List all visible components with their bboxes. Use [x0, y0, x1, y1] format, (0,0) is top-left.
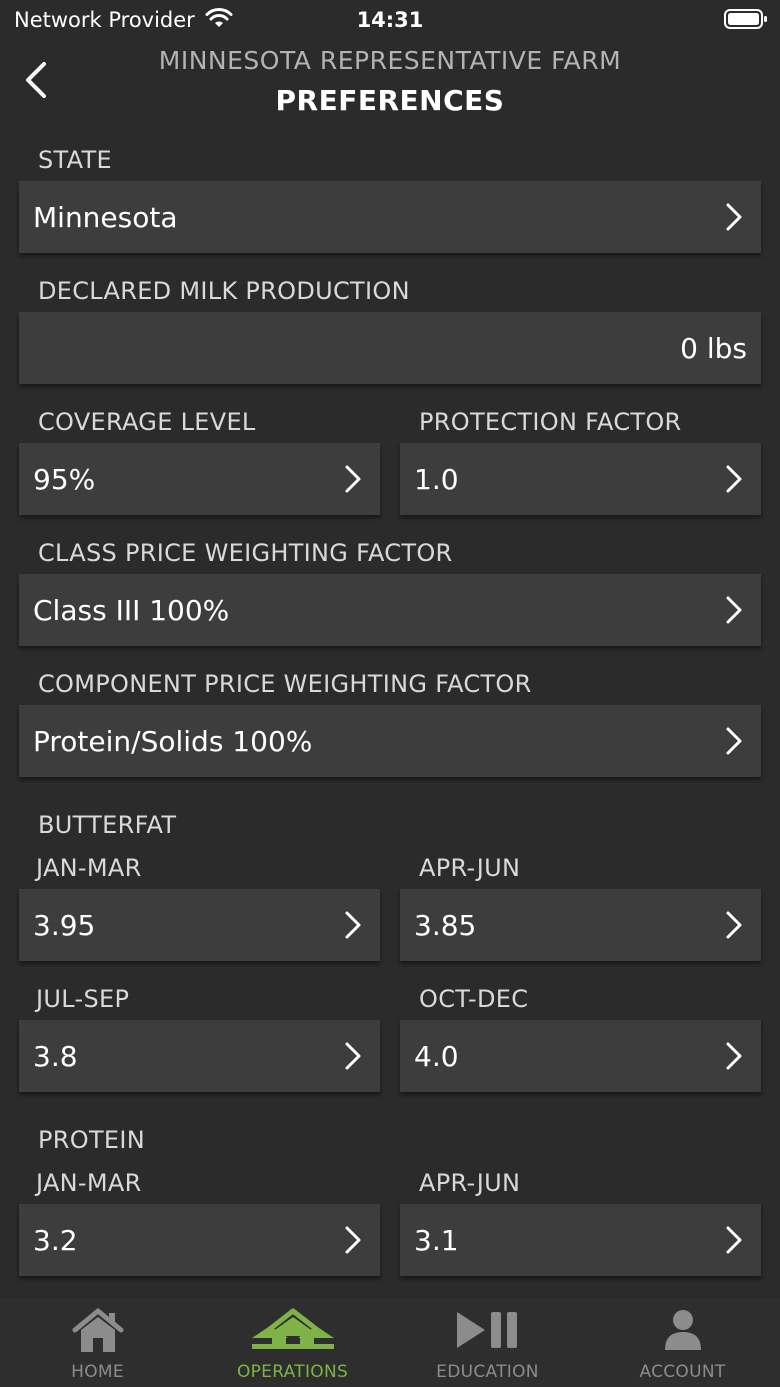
operations-icon — [251, 1308, 334, 1349]
milk-production-label: DECLARED MILK PRODUCTION — [38, 277, 410, 305]
chevron-right-icon — [726, 727, 742, 755]
nav-header: MINNESOTA REPRESENTATIVE FARM PREFERENCE… — [0, 40, 780, 134]
butterfat-q4-label: OCT-DEC — [419, 985, 529, 1013]
class-price-select[interactable]: Class III 100% — [19, 574, 761, 646]
component-price-label: COMPONENT PRICE WEIGHTING FACTOR — [38, 670, 532, 698]
tab-bar: HOME OPERATIONS EDUCATION ACCOUNT — [0, 1298, 780, 1387]
chevron-right-icon — [726, 596, 742, 624]
chevron-right-icon — [726, 911, 742, 939]
coverage-level-label: COVERAGE LEVEL — [38, 408, 256, 436]
butterfat-q3-value: 3.8 — [33, 1039, 78, 1073]
tab-operations-label: OPERATIONS — [236, 1362, 349, 1382]
protection-factor-value: 1.0 — [414, 462, 459, 496]
protein-q2-select[interactable]: 3.1 — [400, 1204, 761, 1276]
battery-icon — [724, 9, 767, 29]
tab-home[interactable]: HOME — [0, 1298, 195, 1387]
protein-q2-value: 3.1 — [414, 1223, 459, 1257]
component-price-select[interactable]: Protein/Solids 100% — [19, 705, 761, 777]
protection-factor-label: PROTECTION FACTOR — [419, 408, 682, 436]
butterfat-q3-label: JUL-SEP — [36, 985, 130, 1013]
protein-q1-select[interactable]: 3.2 — [19, 1204, 380, 1276]
protein-section-label: PROTEIN — [38, 1126, 145, 1154]
status-bar: Network Provider 14:31 — [0, 0, 780, 40]
person-icon — [664, 1310, 701, 1350]
butterfat-q4-value: 4.0 — [414, 1039, 459, 1073]
tab-operations[interactable]: OPERATIONS — [195, 1298, 390, 1387]
clock: 14:31 — [356, 8, 424, 32]
protein-q2-label: APR-JUN — [419, 1169, 521, 1197]
butterfat-q2-label: APR-JUN — [419, 854, 521, 882]
chevron-right-icon — [726, 203, 742, 231]
chevron-right-icon — [345, 1226, 361, 1254]
butterfat-q1-value: 3.95 — [33, 908, 96, 942]
chevron-right-icon — [726, 1042, 742, 1070]
butterfat-q2-value: 3.85 — [414, 908, 477, 942]
class-price-label: CLASS PRICE WEIGHTING FACTOR — [38, 539, 453, 567]
tab-account-label: ACCOUNT — [639, 1362, 726, 1382]
tab-home-label: HOME — [71, 1362, 124, 1382]
state-select[interactable]: Minnesota — [19, 181, 761, 253]
chevron-right-icon — [345, 1042, 361, 1070]
butterfat-q1-select[interactable]: 3.95 — [19, 889, 380, 961]
component-price-value: Protein/Solids 100% — [33, 724, 313, 758]
coverage-level-value: 95% — [33, 462, 96, 496]
tab-account[interactable]: ACCOUNT — [585, 1298, 780, 1387]
tab-education[interactable]: EDUCATION — [390, 1298, 585, 1387]
protein-q1-value: 3.2 — [33, 1223, 78, 1257]
protection-factor-select[interactable]: 1.0 — [400, 443, 761, 515]
butterfat-section-label: BUTTERFAT — [38, 811, 177, 839]
tab-education-label: EDUCATION — [436, 1362, 539, 1382]
chevron-right-icon — [345, 465, 361, 493]
page-title: PREFERENCES — [275, 84, 505, 117]
butterfat-q3-select[interactable]: 3.8 — [19, 1020, 380, 1092]
farm-name: MINNESOTA REPRESENTATIVE FARM — [158, 46, 622, 75]
home-icon — [72, 1308, 123, 1352]
chevron-right-icon — [726, 1226, 742, 1254]
butterfat-q4-select[interactable]: 4.0 — [400, 1020, 761, 1092]
state-label: STATE — [38, 146, 112, 174]
chevron-right-icon — [726, 465, 742, 493]
state-value: Minnesota — [33, 200, 178, 234]
protein-q1-label: JAN-MAR — [36, 1169, 142, 1197]
butterfat-q1-label: JAN-MAR — [36, 854, 142, 882]
butterfat-q2-select[interactable]: 3.85 — [400, 889, 761, 961]
coverage-level-select[interactable]: 95% — [19, 443, 380, 515]
class-price-value: Class III 100% — [33, 593, 230, 627]
milk-production-input[interactable]: 0 lbs — [19, 312, 761, 384]
play-pause-icon — [456, 1312, 517, 1348]
milk-production-value: 0 lbs — [680, 331, 747, 365]
chevron-right-icon — [345, 911, 361, 939]
